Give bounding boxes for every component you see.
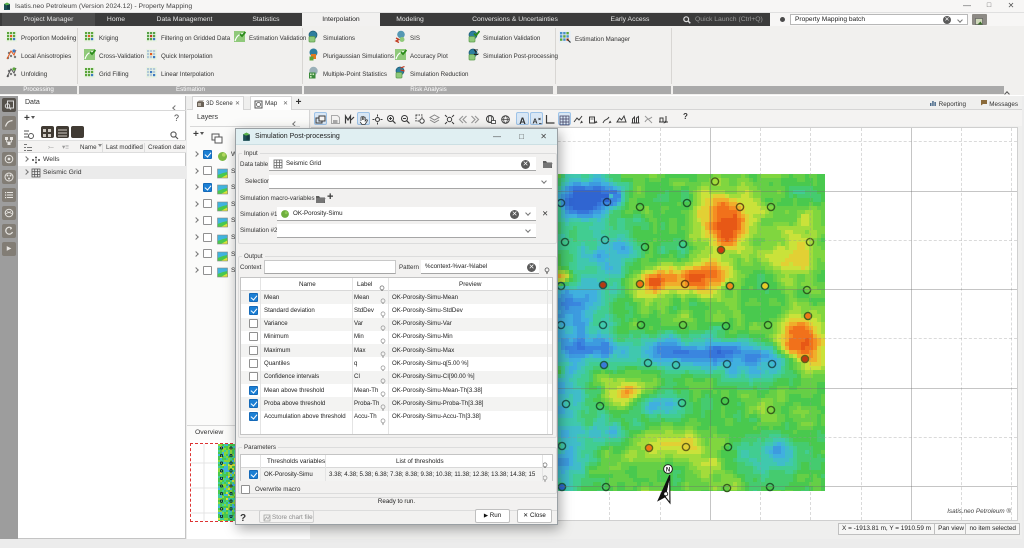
svg-text:A: A [519,116,526,126]
svg-text:Σ: Σ [474,48,479,57]
svg-text:N: N [666,468,670,474]
svg-text:A: A [532,118,537,125]
